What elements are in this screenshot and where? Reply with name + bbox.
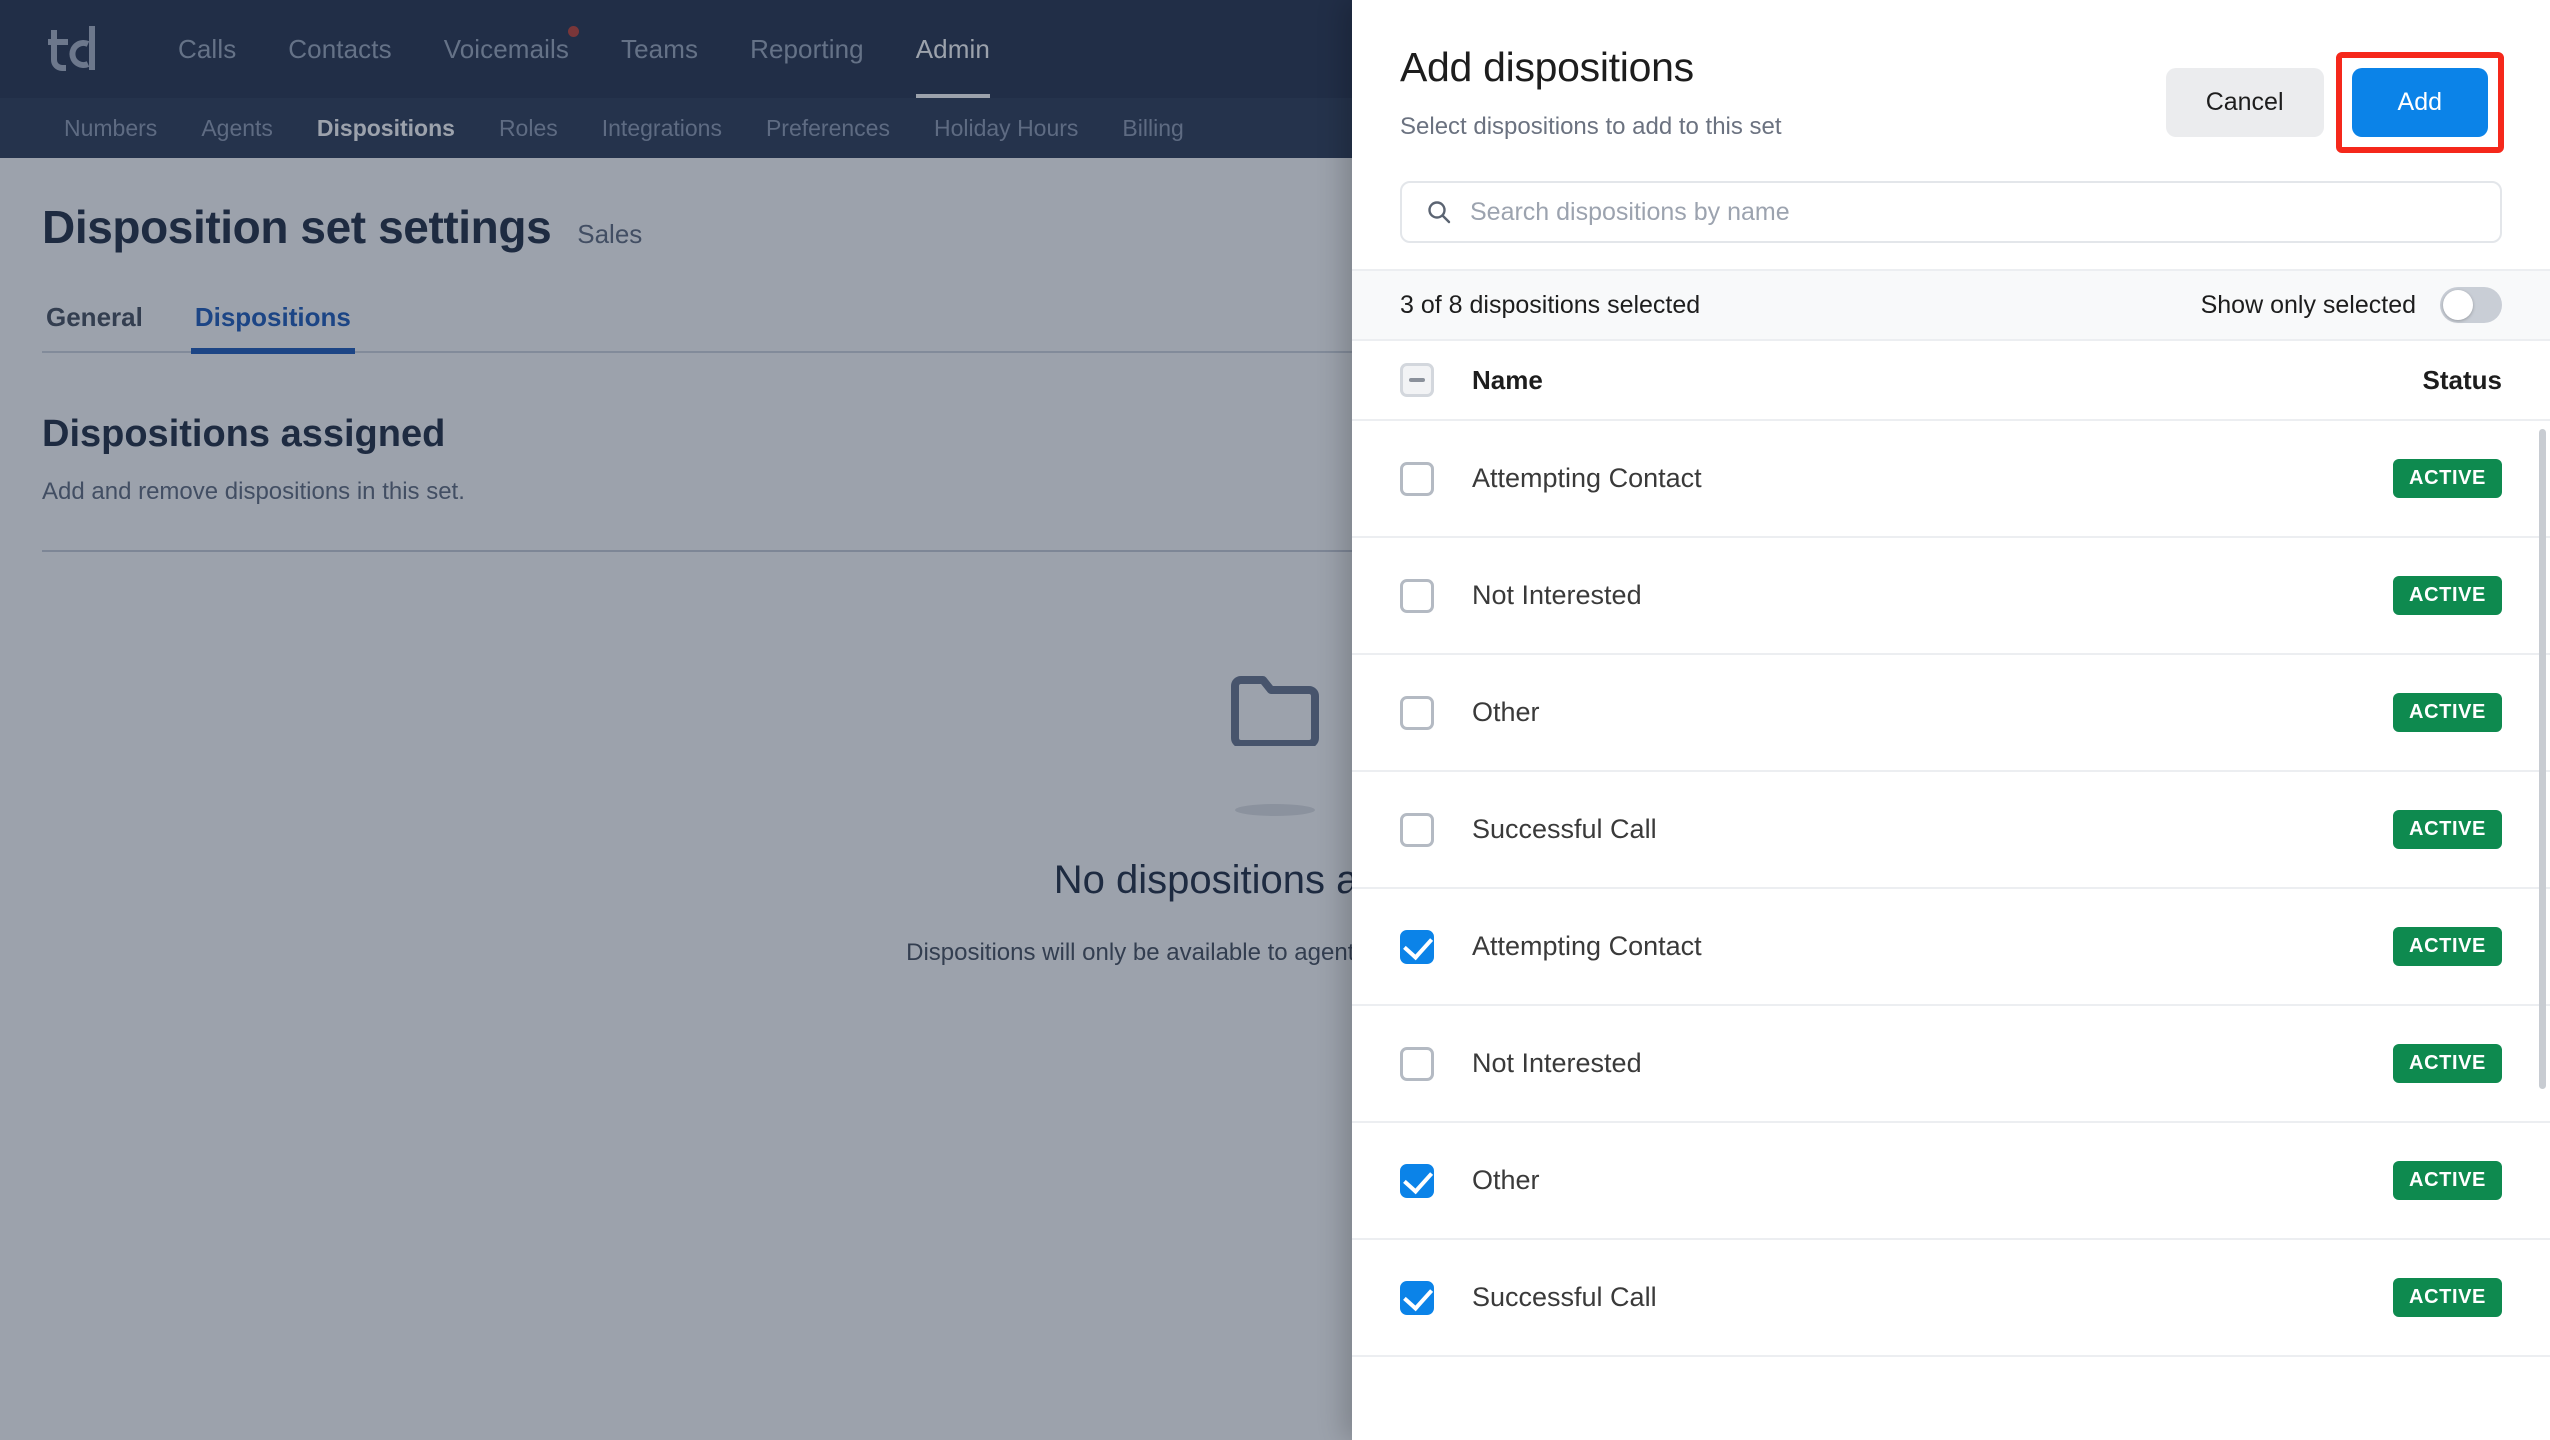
modal-title: Add dispositions [1400, 44, 1694, 90]
table-header-row: Name Status [1352, 341, 2550, 421]
row-name: Not Interested [1472, 1048, 1642, 1078]
list-scrollbar[interactable] [2539, 429, 2546, 1089]
row-checkbox[interactable] [1400, 1046, 1434, 1081]
show-only-selected-label: Show only selected [2200, 290, 2416, 319]
row-checkbox[interactable] [1400, 695, 1434, 730]
show-only-selected-group: Show only selected [2201, 287, 2502, 323]
row-name: Other [1472, 1165, 1540, 1195]
row-name: Attempting Contact [1472, 463, 1702, 493]
search-placeholder: Search dispositions by name [1470, 197, 1790, 226]
status-badge: ACTIVE [2393, 1278, 2502, 1317]
modal-header-text: Add dispositions Select dispositions to … [1400, 44, 1782, 141]
modal-action-buttons: Cancel Add [2165, 44, 2504, 153]
table-row[interactable]: Not Interested ACTIVE [1352, 1006, 2550, 1123]
row-checkbox[interactable] [1400, 812, 1434, 847]
search-section: Search dispositions by name [1352, 153, 2550, 269]
add-button-highlight: Add [2335, 52, 2504, 153]
table-row[interactable]: Other ACTIVE [1352, 655, 2550, 772]
show-only-selected-toggle[interactable] [2440, 287, 2502, 323]
column-header-name: Name [1472, 364, 1543, 395]
table-row[interactable]: Attempting Contact ACTIVE [1352, 889, 2550, 1006]
column-header-status: Status [2422, 364, 2502, 395]
table-row[interactable]: Not Interested ACTIVE [1352, 538, 2550, 655]
status-badge: ACTIVE [2393, 927, 2502, 966]
row-name: Successful Call [1472, 814, 1657, 844]
select-all-checkbox[interactable] [1400, 363, 1434, 397]
modal-subtitle: Select dispositions to add to this set [1400, 113, 1782, 140]
table-row[interactable]: Other ACTIVE [1352, 1123, 2550, 1240]
search-icon [1428, 201, 1451, 224]
status-badge: ACTIVE [2393, 576, 2502, 615]
status-badge: ACTIVE [2393, 810, 2502, 849]
table-row[interactable]: Attempting Contact ACTIVE [1352, 421, 2550, 538]
modal-header: Add dispositions Select dispositions to … [1352, 0, 2550, 153]
selected-count-text: 3 of 8 dispositions selected [1400, 290, 1701, 319]
cancel-button[interactable]: Cancel [2165, 68, 2324, 137]
row-name: Successful Call [1472, 1282, 1657, 1312]
selection-summary-bar: 3 of 8 dispositions selected Show only s… [1352, 269, 2550, 341]
status-badge: ACTIVE [2393, 1044, 2502, 1083]
row-name: Other [1472, 697, 1540, 727]
row-name: Not Interested [1472, 580, 1642, 610]
row-checkbox[interactable] [1400, 461, 1434, 496]
table-row[interactable]: Successful Call ACTIVE [1352, 772, 2550, 889]
row-checkbox[interactable] [1400, 578, 1434, 613]
toggle-knob [2443, 290, 2473, 320]
status-badge: ACTIVE [2393, 693, 2502, 732]
app-root: Calls Contacts Voicemails Teams Reportin… [0, 0, 2550, 1440]
row-checkbox[interactable] [1400, 1280, 1434, 1315]
dispositions-list: Attempting Contact ACTIVE Not Interested… [1352, 421, 2550, 1440]
add-dispositions-modal: Add dispositions Select dispositions to … [1352, 0, 2550, 1440]
row-checkbox[interactable] [1400, 929, 1434, 964]
status-badge: ACTIVE [2393, 1161, 2502, 1200]
add-button[interactable]: Add [2351, 68, 2488, 137]
table-row[interactable]: Successful Call ACTIVE [1352, 1240, 2550, 1357]
row-name: Attempting Contact [1472, 931, 1702, 961]
search-input[interactable]: Search dispositions by name [1400, 181, 2502, 243]
status-badge: ACTIVE [2393, 459, 2502, 498]
row-checkbox[interactable] [1400, 1163, 1434, 1198]
